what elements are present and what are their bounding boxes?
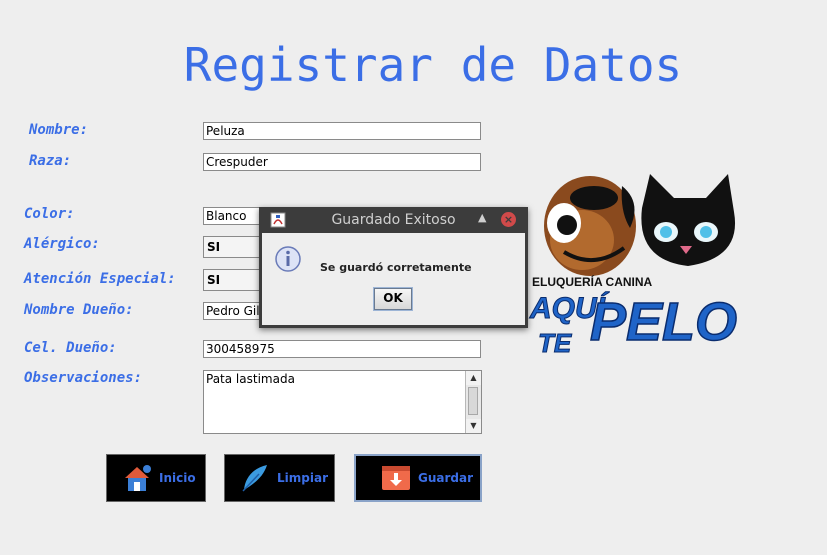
atencion-label: Atención Especial: [24,271,176,287]
raza-field[interactable]: Crespuder [203,153,481,171]
download-icon [382,466,410,490]
logo-top-text: ELUQUERÍA CANINA [532,274,653,289]
observaciones-value: Pata lastimada [206,372,295,386]
scroll-up-icon[interactable]: ▲ [466,371,481,385]
dog-cat-logo-icon: ELUQUERÍA CANINA AQUÍ TE PELO [529,174,738,359]
ok-button[interactable]: OK [373,287,413,311]
dueno-label: Nombre Dueño: [24,302,134,318]
limpiar-label: Limpiar [277,471,328,485]
logo: ELUQUERÍA CANINA AQUÍ TE PELO [524,168,774,363]
guardar-button[interactable]: Guardar [354,454,482,502]
dialog-title: Guardado Exitoso [331,212,456,228]
feather-icon [242,465,267,492]
observaciones-scrollbar[interactable]: ▲ ▼ [465,371,481,433]
saved-dialog: Guardado Exitoso ▲ × Se guardó corretame… [259,207,528,328]
color-label: Color: [24,206,75,222]
alergico-value: SI [207,240,221,254]
info-icon [275,246,301,272]
scroll-down-icon[interactable]: ▼ [466,419,481,433]
maximize-icon[interactable]: ▲ [478,211,486,224]
observaciones-label: Observaciones: [24,370,143,386]
home-icon [125,465,151,491]
guardar-label: Guardar [418,471,474,485]
logo-line2: TE [538,328,572,358]
atencion-value: SI [207,273,221,287]
raza-label: Raza: [29,153,72,169]
nombre-label: Nombre: [29,122,89,138]
alergico-label: Alérgico: [24,236,100,252]
observaciones-textarea[interactable]: Pata lastimada ▲ ▼ [203,370,482,434]
dialog-message: Se guardó corretamente [320,261,472,274]
cel-label: Cel. Dueño: [24,340,117,356]
scroll-thumb[interactable] [468,387,478,415]
page-title: Registrar de Datos [183,38,683,92]
dialog-body: Se guardó corretamente OK [262,233,525,325]
inicio-button[interactable]: Inicio [106,454,206,502]
dialog-titlebar[interactable]: Guardado Exitoso ▲ × [259,207,528,233]
nombre-field[interactable]: Peluza [203,122,481,140]
logo-brand-word: PELO [590,292,737,352]
inicio-label: Inicio [159,471,196,485]
cel-field[interactable]: 300458975 [203,340,481,358]
limpiar-button[interactable]: Limpiar [224,454,335,502]
close-icon[interactable]: × [501,212,516,227]
